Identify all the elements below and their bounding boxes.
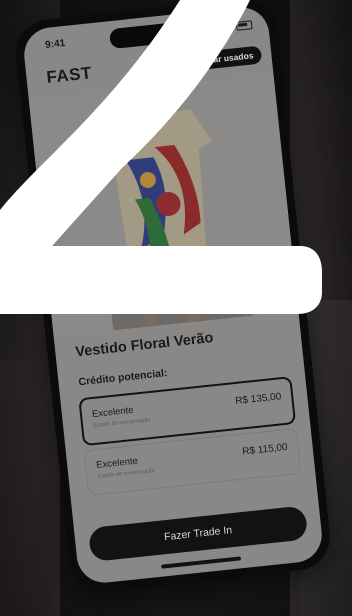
trade-in-button[interactable]: Fazer Trade In <box>87 505 309 562</box>
home-indicator <box>161 556 242 569</box>
brand-logo: FAST <box>45 63 93 87</box>
comprar-usados-button[interactable]: Comprar usados <box>177 45 263 73</box>
dress-illustration <box>28 74 299 337</box>
battery-icon <box>235 20 253 31</box>
product-title: Vestido Floral Verão <box>74 330 215 361</box>
product-image <box>28 74 299 337</box>
phone-mockup: 9:41 FAST Comprar usados Vestido Floral … <box>12 0 334 595</box>
phone-screen: 9:41 FAST Comprar usados Vestido Floral … <box>21 4 325 586</box>
option-price: R$ 135,00 <box>234 391 282 408</box>
status-time: 9:41 <box>44 37 66 51</box>
option-condition: Excelente <box>95 455 139 471</box>
option-condition: Excelente <box>91 404 135 421</box>
option-price: R$ 115,00 <box>241 441 289 458</box>
dynamic-island <box>108 21 183 50</box>
credit-label: Crédito potencial: <box>77 367 169 389</box>
